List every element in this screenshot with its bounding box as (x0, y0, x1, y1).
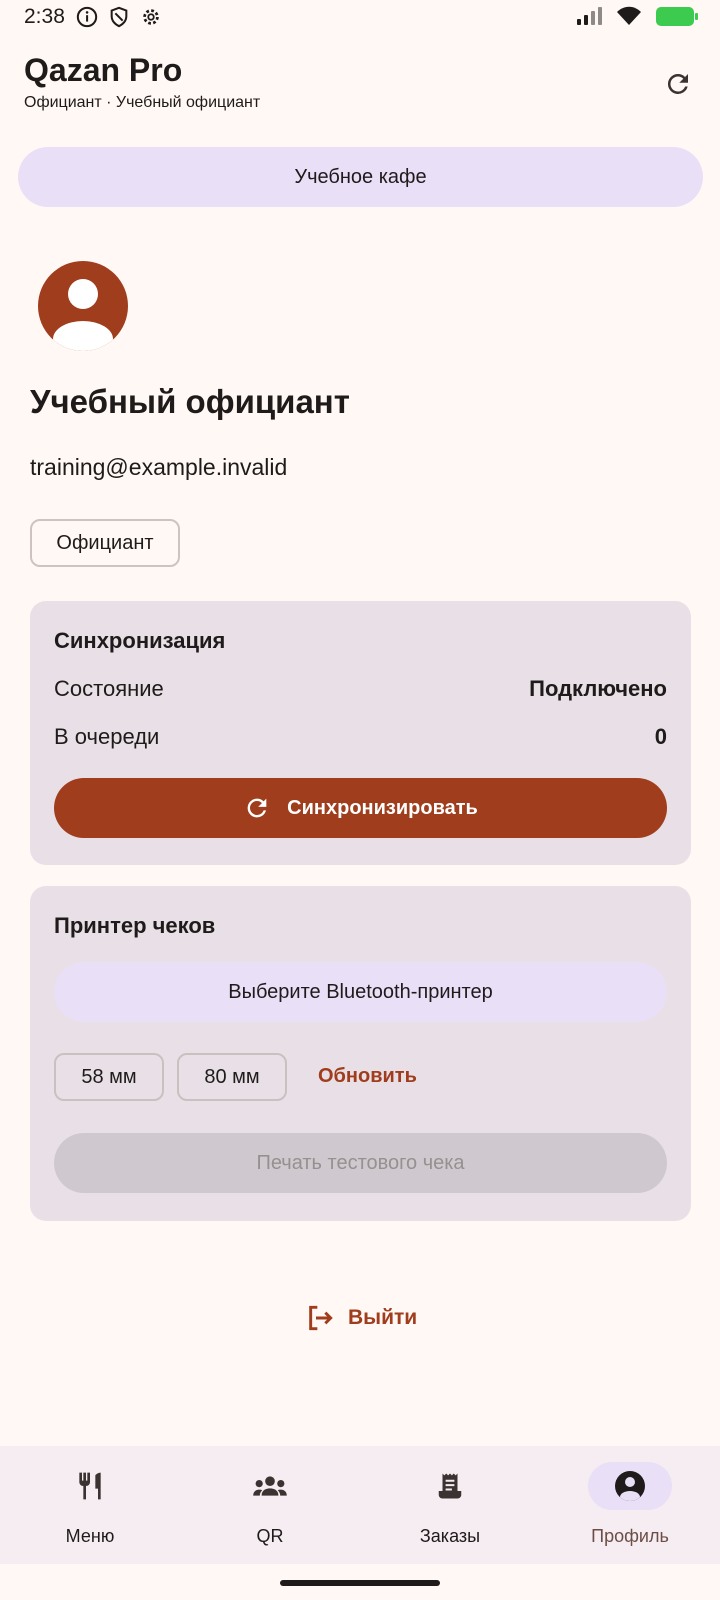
user-email: training@example.invalid (30, 454, 288, 480)
sync-button[interactable]: Синхронизировать (54, 778, 667, 838)
receipt-icon (438, 1473, 462, 1499)
app-subtitle: Официант · Учебный официант (24, 94, 261, 111)
cafe-selector[interactable]: Учебное кафе (18, 147, 703, 207)
status-time: 2:38 (24, 5, 65, 28)
status-icons-right (576, 6, 698, 26)
sync-state-label: Состояние (54, 676, 164, 701)
group-icon (253, 1476, 287, 1496)
logout-label: Выйти (348, 1306, 418, 1329)
nav-item-profile[interactable]: Профиль (540, 1446, 720, 1564)
shield-icon (110, 6, 128, 28)
sync-card: Синхронизация Состояние Подключено В оче… (30, 601, 691, 865)
status-icons-left (76, 6, 162, 28)
account-icon (38, 261, 128, 351)
user-name: Учебный официант (30, 383, 350, 420)
printer-title: Принтер чеков (54, 913, 216, 938)
battery-charging-icon (656, 6, 698, 26)
bottom-nav: Меню QR Заказы Профиль (0, 1446, 720, 1564)
nav-item-menu[interactable]: Меню (0, 1446, 180, 1564)
sync-title: Синхронизация (54, 628, 226, 653)
signal-icon (577, 7, 602, 25)
test-print-button: Печать тестового чека (54, 1133, 667, 1193)
paper-width-80-chip[interactable]: 80 мм (177, 1053, 287, 1101)
paper-width-58-chip[interactable]: 58 мм (54, 1053, 164, 1101)
nav-label-profile: Профиль (591, 1526, 669, 1546)
sync-queue-value: 0 (654, 724, 667, 749)
sync-icon (247, 798, 267, 818)
printer-refresh-link[interactable]: Обновить (318, 1065, 417, 1088)
nav-item-orders[interactable]: Заказы (360, 1446, 540, 1564)
app-title: Qazan Pro (24, 52, 183, 88)
status-bar: 2:38 (0, 0, 720, 36)
sync-queue-label: В очереди (54, 724, 160, 749)
wifi-icon (617, 6, 641, 25)
account-icon (615, 1471, 645, 1501)
logout-icon (309, 1305, 333, 1331)
info-icon (76, 6, 98, 28)
nav-label-orders: Заказы (419, 1526, 481, 1546)
avatar (38, 261, 128, 351)
refresh-icon (667, 73, 688, 94)
home-indicator[interactable] (280, 1580, 440, 1586)
nav-item-qr[interactable]: QR (180, 1446, 360, 1564)
select-printer-button[interactable]: Выберите Bluetooth-принтер (54, 962, 667, 1022)
restaurant-icon (79, 1472, 101, 1500)
sync-button-label: Синхронизировать (287, 796, 478, 819)
printer-card: Принтер чеков Выберите Bluetooth-принтер… (30, 886, 691, 1221)
refresh-button[interactable] (658, 64, 698, 104)
nav-label-menu: Меню (65, 1526, 115, 1546)
sync-state-value: Подключено (529, 676, 667, 701)
logout-button[interactable]: Выйти (304, 1302, 417, 1334)
settings-icon (143, 9, 159, 25)
nav-label-qr: QR (256, 1526, 284, 1546)
role-chip: Официант (30, 519, 180, 567)
